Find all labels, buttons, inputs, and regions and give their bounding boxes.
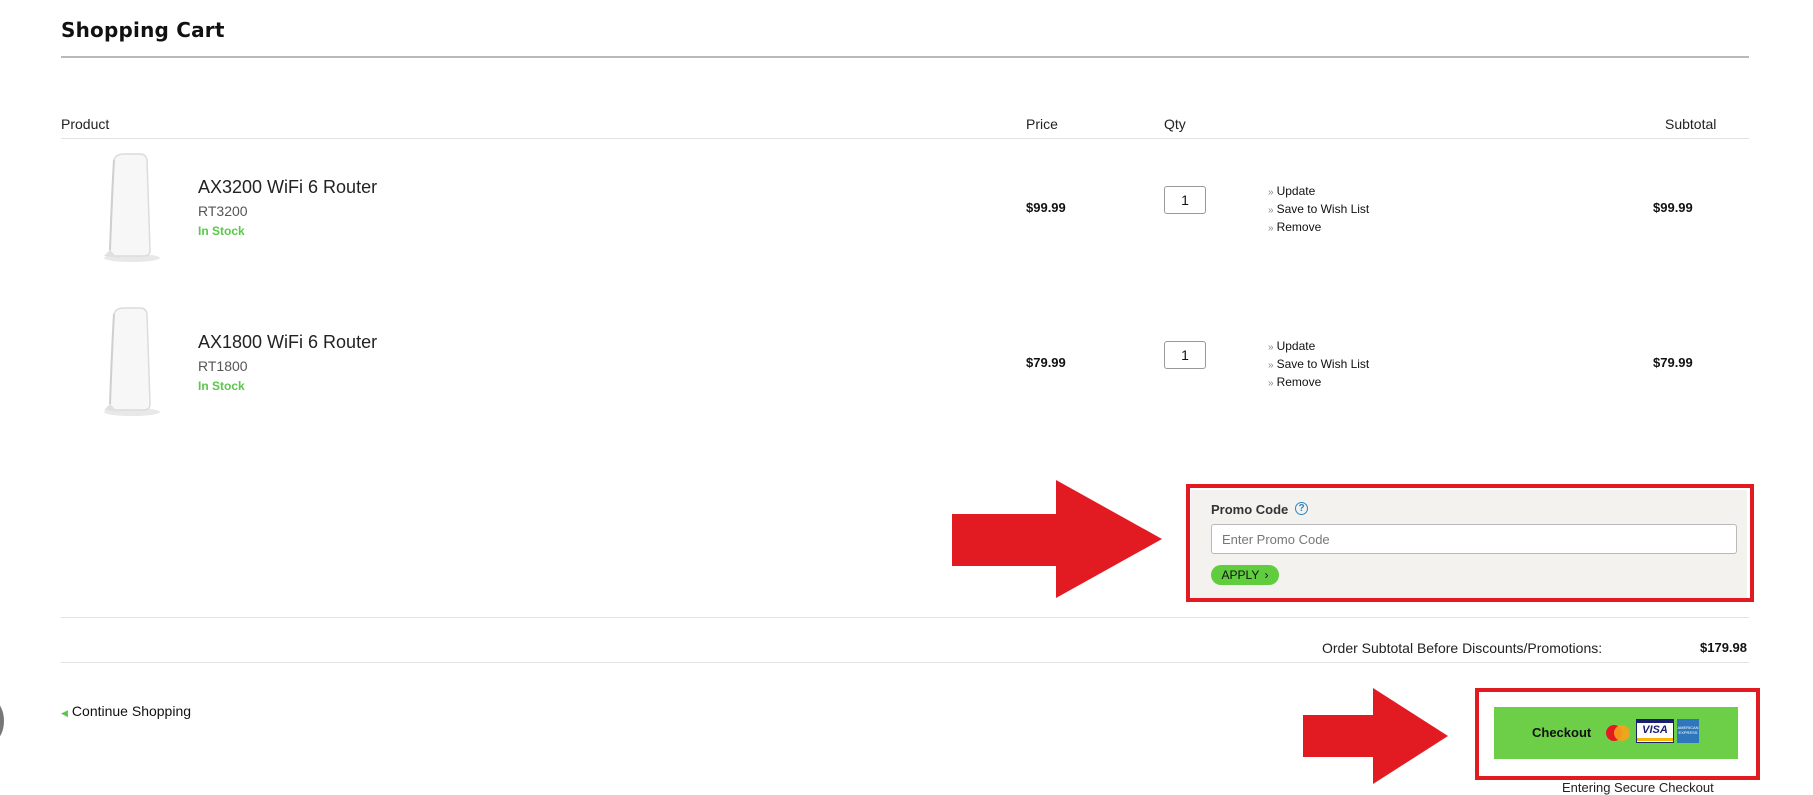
apply-promo-button[interactable]: APPLY › xyxy=(1211,565,1279,585)
secure-checkout-text: Entering Secure Checkout xyxy=(1562,780,1714,795)
item-price: $79.99 xyxy=(1026,355,1066,370)
continue-shopping-link[interactable]: ◀ Continue Shopping xyxy=(61,703,191,719)
quantity-input[interactable] xyxy=(1164,186,1206,214)
summary-top-divider xyxy=(61,617,1749,618)
checkout-button[interactable]: Checkout VISA AMERICAN EXPRESS xyxy=(1494,707,1738,759)
triangle-left-icon: ◀ xyxy=(61,708,68,718)
router-product-image[interactable] xyxy=(100,306,160,418)
item-price: $99.99 xyxy=(1026,200,1066,215)
promo-code-input[interactable] xyxy=(1211,524,1737,554)
item-subtotal: $79.99 xyxy=(1653,355,1693,370)
stock-status: In Stock xyxy=(198,379,245,393)
order-subtotal-value: $179.98 xyxy=(1700,640,1747,655)
side-widget-tab[interactable] xyxy=(0,702,4,740)
update-link[interactable]: » Update xyxy=(1268,338,1369,356)
save-to-wishlist-link[interactable]: » Save to Wish List xyxy=(1268,201,1369,219)
column-header-qty: Qty xyxy=(1164,116,1186,132)
header-divider xyxy=(61,138,1749,139)
title-divider xyxy=(61,56,1749,58)
visa-icon: VISA xyxy=(1636,719,1674,743)
product-sku: RT1800 xyxy=(198,358,248,374)
stock-status: In Stock xyxy=(198,224,245,238)
quantity-input[interactable] xyxy=(1164,341,1206,369)
remove-link[interactable]: » Remove xyxy=(1268,219,1369,237)
product-name[interactable]: AX1800 WiFi 6 Router xyxy=(198,332,377,353)
amex-icon: AMERICAN EXPRESS xyxy=(1677,719,1699,743)
product-sku: RT3200 xyxy=(198,203,248,219)
update-link[interactable]: » Update xyxy=(1268,183,1369,201)
red-arrow-annotation xyxy=(1303,688,1448,784)
order-subtotal-label: Order Subtotal Before Discounts/Promotio… xyxy=(1322,640,1603,656)
product-name[interactable]: AX3200 WiFi 6 Router xyxy=(198,177,377,198)
column-header-product: Product xyxy=(61,116,110,132)
item-actions: » Update » Save to Wish List » Remove xyxy=(1268,183,1369,237)
column-header-subtotal: Subtotal xyxy=(1665,116,1717,132)
page-title: Shopping Cart xyxy=(61,18,225,42)
item-actions: » Update » Save to Wish List » Remove xyxy=(1268,338,1369,392)
red-arrow-annotation xyxy=(952,480,1162,598)
summary-bottom-divider xyxy=(61,662,1749,663)
column-header-price: Price xyxy=(1026,116,1058,132)
chevron-right-icon: › xyxy=(1264,568,1269,582)
item-subtotal: $99.99 xyxy=(1653,200,1693,215)
promo-code-label: Promo Code xyxy=(1211,502,1289,517)
checkout-label: Checkout xyxy=(1532,725,1592,740)
remove-link[interactable]: » Remove xyxy=(1268,374,1369,392)
help-icon[interactable]: ? xyxy=(1295,502,1308,515)
mastercard-icon xyxy=(1606,725,1630,741)
save-to-wishlist-link[interactable]: » Save to Wish List xyxy=(1268,356,1369,374)
router-product-image[interactable] xyxy=(100,152,160,264)
